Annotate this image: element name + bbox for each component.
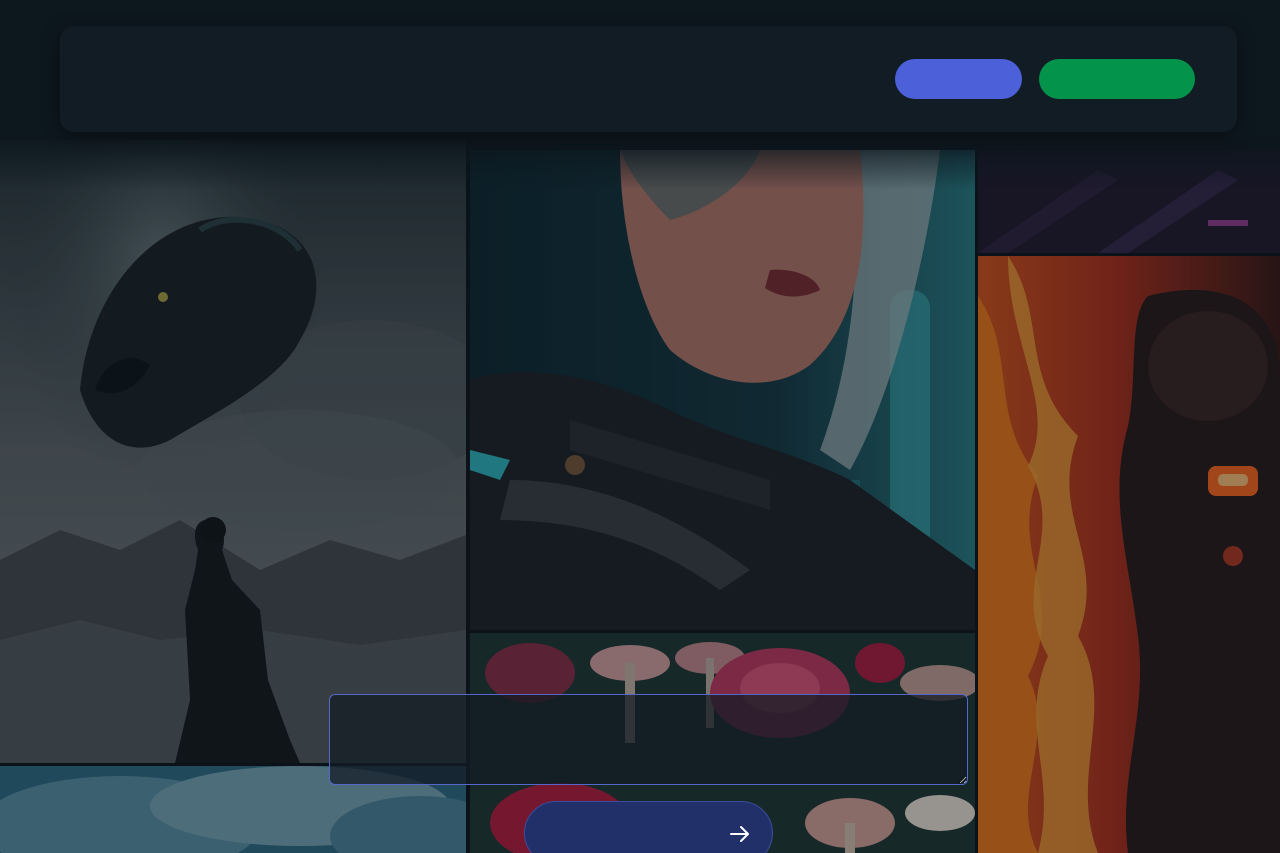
header-bar [60, 26, 1237, 132]
arrow-right-icon [730, 826, 749, 842]
neon-scene-image[interactable] [978, 150, 1280, 253]
prompt-input[interactable] [329, 694, 968, 785]
primary-header-button[interactable] [895, 59, 1022, 99]
cyberpunk-woman-image[interactable] [470, 150, 975, 630]
panther-warrior-illustration [0, 140, 466, 763]
neon-scene-illustration [978, 150, 1280, 253]
cyberpunk-woman-illustration [470, 150, 975, 630]
fire-robot-illustration [978, 256, 1280, 853]
secondary-header-button[interactable] [1039, 59, 1195, 99]
fire-robot-image[interactable] [978, 256, 1280, 853]
submit-button[interactable] [524, 801, 773, 853]
panther-warrior-image[interactable] [0, 140, 466, 763]
page [0, 0, 1280, 853]
